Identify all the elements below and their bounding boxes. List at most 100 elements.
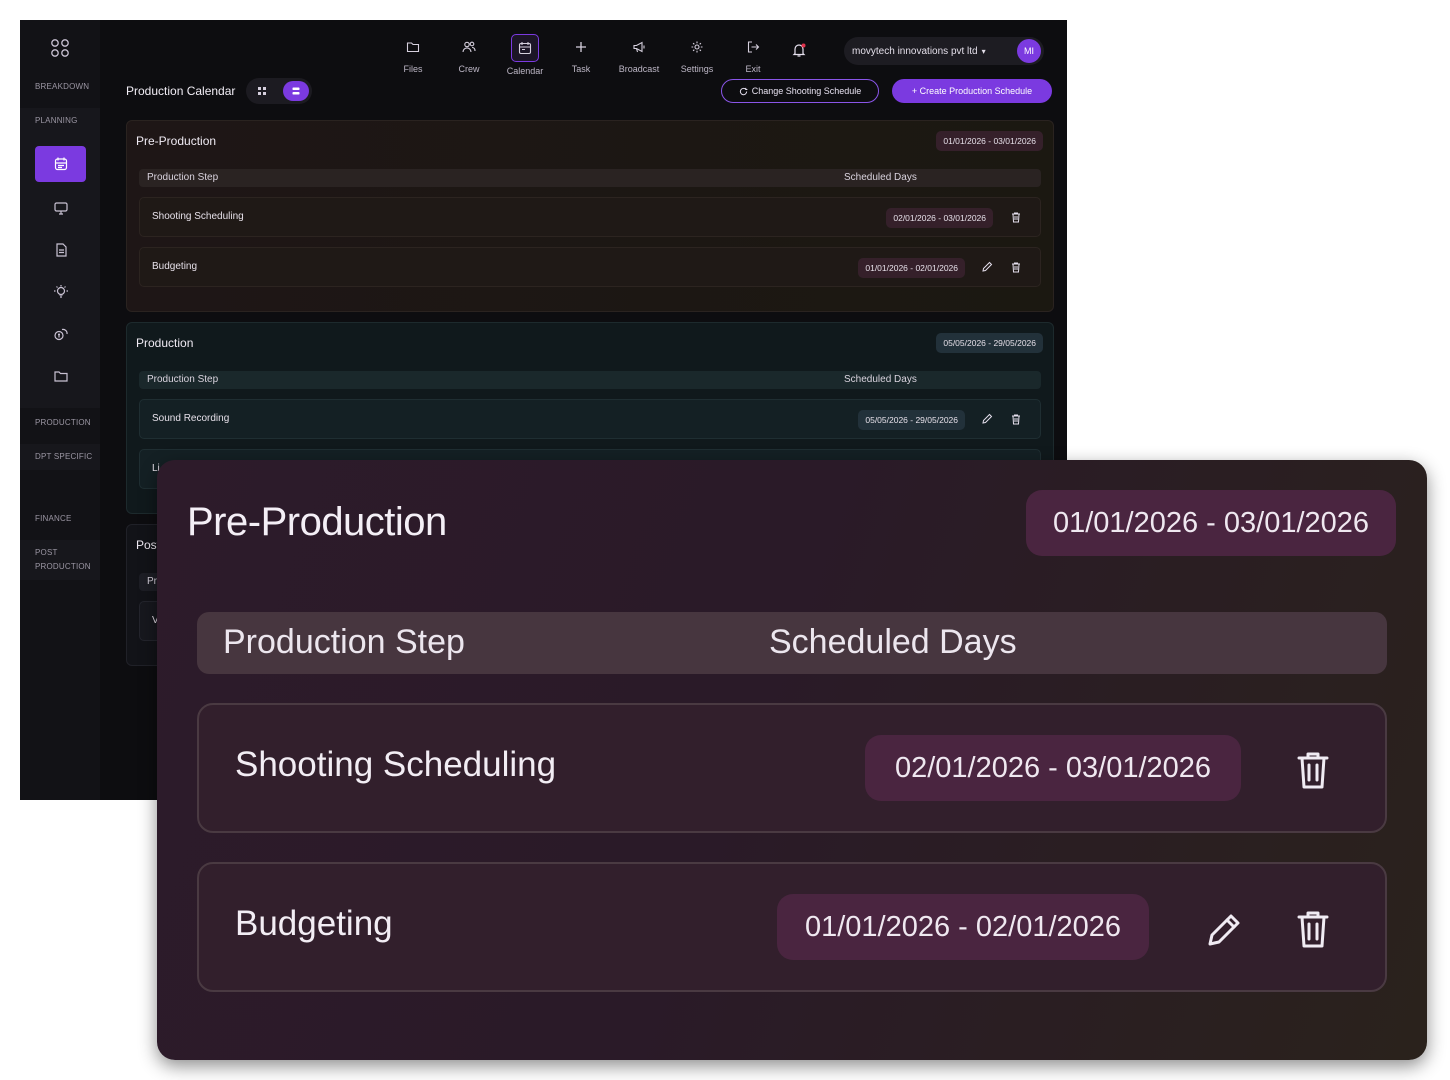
grid-icon bbox=[258, 87, 266, 95]
list-view-button[interactable] bbox=[283, 81, 309, 101]
nav-calendar[interactable]: Calendar bbox=[497, 34, 553, 78]
view-toggle[interactable] bbox=[246, 78, 312, 104]
trash-icon bbox=[1012, 414, 1020, 425]
step-name: Sound Recording bbox=[152, 413, 230, 424]
sidebar-section-post-production[interactable]: POST PRODUCTION bbox=[20, 540, 100, 580]
phase-date-range: 05/05/2026 - 29/05/2026 bbox=[936, 333, 1043, 353]
zoom-step-date-range: 01/01/2026 - 02/01/2026 bbox=[777, 894, 1149, 960]
account-switcher[interactable]: movytech innovations pvt ltd ▾ MI bbox=[844, 37, 1044, 65]
exit-icon bbox=[747, 41, 760, 53]
zoom-step-date-range: 02/01/2026 - 03/01/2026 bbox=[865, 735, 1241, 801]
lightbulb-icon bbox=[53, 285, 68, 298]
phase-title: Production bbox=[136, 336, 194, 350]
sidebar-section-finance[interactable]: FINANCE bbox=[20, 506, 100, 532]
grid-logo-icon[interactable] bbox=[50, 38, 70, 58]
create-production-schedule-button[interactable]: + Create Production Schedule bbox=[892, 79, 1052, 103]
step-date-range: 05/05/2026 - 29/05/2026 bbox=[858, 410, 965, 430]
change-shooting-schedule-button[interactable]: Change Shooting Schedule bbox=[721, 79, 879, 103]
plus-icon bbox=[576, 42, 586, 52]
zoom-table-row[interactable]: Shooting Scheduling 02/01/2026 - 03/01/2… bbox=[197, 703, 1387, 833]
money-icon bbox=[53, 328, 68, 341]
step-name: Budgeting bbox=[152, 261, 198, 272]
delete-button[interactable] bbox=[1010, 413, 1022, 425]
nav-calendar-label: Calendar bbox=[506, 66, 544, 76]
nav-crew[interactable]: Crew bbox=[441, 34, 497, 78]
table-header: Production Step Scheduled Days bbox=[139, 371, 1041, 389]
nav-files-label: Files bbox=[403, 64, 423, 74]
grid-view-button[interactable] bbox=[254, 83, 270, 99]
nav-settings-label: Settings bbox=[680, 64, 714, 74]
zoom-column-header-days: Scheduled Days bbox=[769, 623, 1017, 661]
sidebar: BREAKDOWN PLANNING PRODUCTION DPT SPECIF… bbox=[20, 20, 100, 800]
sidebar-item-lightbulb[interactable] bbox=[35, 274, 86, 310]
monitor-icon bbox=[53, 202, 68, 215]
chevron-down-icon: ▾ bbox=[981, 46, 986, 56]
zoom-phase-title: Pre-Production bbox=[187, 500, 447, 544]
zoom-table-header: Production Step Scheduled Days bbox=[197, 612, 1387, 674]
bell-icon[interactable] bbox=[790, 41, 808, 59]
nav-exit[interactable]: Exit bbox=[725, 34, 781, 78]
page-title: Production Calendar bbox=[126, 84, 236, 98]
document-icon bbox=[55, 243, 67, 257]
sidebar-section-planning-label[interactable]: PLANNING bbox=[35, 116, 78, 125]
calendar-icon bbox=[518, 42, 532, 55]
phase-date-range: 01/01/2026 - 03/01/2026 bbox=[936, 131, 1043, 151]
trash-icon bbox=[1297, 911, 1329, 948]
nav-files[interactable]: Files bbox=[385, 34, 441, 78]
column-header-step: Pr bbox=[147, 576, 157, 587]
create-production-schedule-label: + Create Production Schedule bbox=[911, 86, 1033, 96]
trash-icon bbox=[1012, 212, 1020, 223]
phase-pre-production: Pre-Production 01/01/2026 - 03/01/2026 P… bbox=[126, 120, 1054, 312]
zoom-table-row[interactable]: Budgeting 01/01/2026 - 02/01/2026 bbox=[197, 862, 1387, 992]
sidebar-item-folder[interactable] bbox=[35, 358, 86, 394]
sidebar-item-monitor[interactable] bbox=[35, 190, 86, 226]
sidebar-section-production[interactable]: PRODUCTION bbox=[20, 410, 100, 436]
step-date-range: 01/01/2026 - 02/01/2026 bbox=[858, 258, 965, 278]
sidebar-item-calendar[interactable] bbox=[35, 146, 86, 182]
trash-icon bbox=[1012, 262, 1020, 273]
zoom-phase-date-range: 01/01/2026 - 03/01/2026 bbox=[1026, 490, 1396, 556]
column-header-step: Production Step bbox=[147, 172, 219, 183]
change-shooting-schedule-label: Change Shooting Schedule bbox=[751, 86, 862, 96]
nav-exit-label: Exit bbox=[745, 64, 761, 74]
column-header-days: Scheduled Days bbox=[844, 374, 917, 385]
column-header-step: Production Step bbox=[147, 374, 219, 385]
zoom-step-name: Shooting Scheduling bbox=[235, 745, 557, 784]
nav-broadcast[interactable]: Broadcast bbox=[609, 34, 669, 78]
step-date-range: 02/01/2026 - 03/01/2026 bbox=[886, 208, 993, 228]
trash-icon bbox=[1297, 752, 1329, 789]
refresh-icon bbox=[739, 87, 748, 95]
table-header: Production Step Scheduled Days bbox=[139, 169, 1041, 187]
nav-settings[interactable]: Settings bbox=[669, 34, 725, 78]
sidebar-item-money[interactable] bbox=[35, 316, 86, 352]
pencil-icon bbox=[982, 413, 993, 424]
megaphone-icon bbox=[633, 41, 645, 53]
column-header-days: Scheduled Days bbox=[844, 172, 917, 183]
table-row[interactable]: Budgeting 01/01/2026 - 02/01/2026 bbox=[139, 247, 1041, 287]
edit-button[interactable] bbox=[981, 413, 993, 425]
nav-crew-label: Crew bbox=[458, 64, 480, 74]
list-icon bbox=[292, 87, 300, 95]
edit-button[interactable] bbox=[981, 261, 993, 273]
top-nav: Files Crew Calendar Task Broadcast Setti… bbox=[385, 34, 781, 78]
sidebar-section-dpt-specific[interactable]: DPT SPECIFIC bbox=[20, 444, 100, 470]
zoom-delete-button[interactable] bbox=[1295, 909, 1331, 949]
sidebar-item-document[interactable] bbox=[35, 232, 86, 268]
crew-icon bbox=[462, 41, 476, 53]
avatar[interactable]: MI bbox=[1017, 39, 1041, 63]
delete-button[interactable] bbox=[1010, 211, 1022, 223]
delete-button[interactable] bbox=[1010, 261, 1022, 273]
nav-task[interactable]: Task bbox=[553, 34, 609, 78]
zoom-delete-button[interactable] bbox=[1295, 750, 1331, 790]
pencil-icon bbox=[982, 261, 993, 272]
zoom-column-header-step: Production Step bbox=[223, 623, 465, 661]
nav-broadcast-label: Broadcast bbox=[618, 64, 660, 74]
zoom-edit-button[interactable] bbox=[1205, 909, 1241, 949]
step-name: Shooting Scheduling bbox=[152, 211, 244, 222]
sidebar-section-breakdown[interactable]: BREAKDOWN bbox=[20, 74, 100, 100]
table-row[interactable]: Shooting Scheduling 02/01/2026 - 03/01/2… bbox=[139, 197, 1041, 237]
nav-task-label: Task bbox=[571, 64, 591, 74]
table-row[interactable]: Sound Recording 05/05/2026 - 29/05/2026 bbox=[139, 399, 1041, 439]
folder-icon bbox=[406, 42, 420, 53]
calendar-icon bbox=[54, 157, 67, 171]
